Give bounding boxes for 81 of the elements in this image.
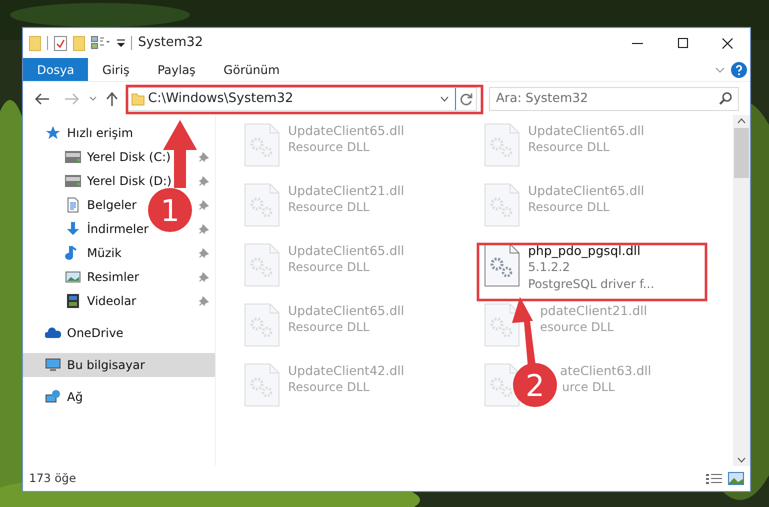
dll-file-icon bbox=[244, 183, 280, 227]
ribbon-tab[interactable]: Giriş bbox=[88, 58, 144, 81]
item-count: 173 öğe bbox=[29, 470, 76, 487]
maximize-icon[interactable] bbox=[678, 38, 688, 48]
properties-icon[interactable] bbox=[54, 36, 67, 50]
dll-file-icon bbox=[244, 303, 280, 347]
minimize-icon[interactable] bbox=[632, 42, 643, 44]
scroll-up-icon[interactable] bbox=[737, 118, 746, 124]
file-detail: Resource DLL bbox=[288, 259, 370, 276]
dll-file-icon bbox=[484, 363, 520, 407]
window-title: System32 bbox=[138, 34, 204, 52]
drive-icon bbox=[65, 149, 81, 165]
step-number: 1 bbox=[160, 194, 180, 229]
ribbon-tab[interactable]: Paylaş bbox=[143, 58, 210, 81]
step-number: 2 bbox=[525, 369, 545, 404]
pin-icon[interactable] bbox=[199, 272, 209, 282]
nav-item[interactable]: Yerel Disk (C:) bbox=[87, 148, 171, 166]
pin-icon[interactable] bbox=[199, 296, 209, 306]
view-options-icon[interactable] bbox=[91, 36, 111, 50]
file-name[interactable]: php_pdo_pgsql.dll bbox=[528, 243, 640, 259]
down-arrow-icon bbox=[65, 221, 81, 237]
nav-item[interactable]: Yerel Disk (D:) bbox=[87, 172, 172, 190]
nav-item[interactable]: Videolar bbox=[87, 292, 136, 310]
file-detail: Resource DLL bbox=[288, 319, 370, 336]
star-icon bbox=[45, 125, 61, 141]
monitor-icon bbox=[45, 357, 61, 373]
file-detail: Resource DLL bbox=[288, 199, 370, 216]
scroll-down-icon[interactable] bbox=[737, 457, 746, 463]
dll-file-icon bbox=[244, 123, 280, 167]
cloud-icon bbox=[45, 325, 61, 341]
document-icon bbox=[65, 197, 81, 213]
dropdown-caret-icon[interactable] bbox=[440, 96, 449, 102]
nav-item[interactable]: OneDrive bbox=[67, 324, 124, 342]
details-view-icon[interactable] bbox=[706, 472, 722, 484]
nav-item[interactable]: Ağ bbox=[67, 388, 83, 406]
nav-item[interactable]: Resimler bbox=[87, 268, 140, 286]
pin-icon[interactable] bbox=[199, 152, 209, 162]
nav-item[interactable]: Hızlı erişim bbox=[67, 124, 134, 142]
dll-file-icon bbox=[484, 123, 520, 167]
nav-item[interactable]: Belgeler bbox=[87, 196, 137, 214]
drive-icon bbox=[65, 173, 81, 189]
file-detail: Resource DLL bbox=[528, 199, 610, 216]
scroll-thumb[interactable] bbox=[734, 128, 749, 178]
up-icon[interactable] bbox=[105, 90, 119, 106]
tiles-view-icon[interactable] bbox=[728, 472, 744, 485]
recent-caret-icon[interactable] bbox=[89, 96, 97, 102]
dll-file-icon bbox=[244, 243, 280, 287]
nav-item[interactable]: Bu bilgisayar bbox=[23, 353, 215, 377]
file-detail: esource DLL bbox=[540, 319, 614, 336]
pin-icon[interactable] bbox=[199, 224, 209, 234]
nav-item[interactable]: Müzik bbox=[87, 244, 122, 262]
file-detail: PostgreSQL driver f... bbox=[528, 276, 654, 293]
dll-file-icon bbox=[484, 243, 520, 287]
file-detail: Resource DLL bbox=[288, 139, 370, 156]
pin-icon[interactable] bbox=[199, 200, 209, 210]
file-detail: urce DLL bbox=[562, 379, 615, 396]
dll-file-icon bbox=[484, 303, 520, 347]
pin-icon[interactable] bbox=[199, 176, 209, 186]
customize-caret-icon[interactable] bbox=[117, 38, 125, 48]
network-icon bbox=[45, 389, 61, 405]
search-field[interactable]: Ara: System32 bbox=[489, 86, 739, 110]
folder-icon bbox=[131, 92, 145, 106]
picture-icon bbox=[65, 269, 81, 285]
refresh-icon[interactable] bbox=[459, 92, 473, 106]
film-icon bbox=[65, 293, 81, 309]
ribbon-tab[interactable]: Dosya bbox=[23, 58, 88, 81]
dll-file-icon bbox=[244, 363, 280, 407]
chevron-icon[interactable] bbox=[715, 66, 725, 72]
dll-file-icon bbox=[484, 183, 520, 227]
nav-item[interactable]: İndirmeler bbox=[87, 220, 149, 238]
file-detail: Resource DLL bbox=[528, 139, 610, 156]
help-icon[interactable] bbox=[731, 62, 747, 78]
search-icon[interactable] bbox=[719, 92, 732, 105]
ribbon-tab[interactable]: Görünüm bbox=[210, 58, 294, 81]
address-bar[interactable]: C:\Windows\System32 bbox=[127, 86, 477, 110]
close-icon[interactable] bbox=[722, 38, 733, 48]
file-detail: Resource DLL bbox=[288, 379, 370, 396]
scrollbar[interactable] bbox=[733, 115, 750, 466]
pin-icon[interactable] bbox=[199, 248, 209, 258]
back-icon[interactable] bbox=[33, 92, 51, 106]
file-detail: 5.1.2.2 bbox=[528, 259, 570, 276]
